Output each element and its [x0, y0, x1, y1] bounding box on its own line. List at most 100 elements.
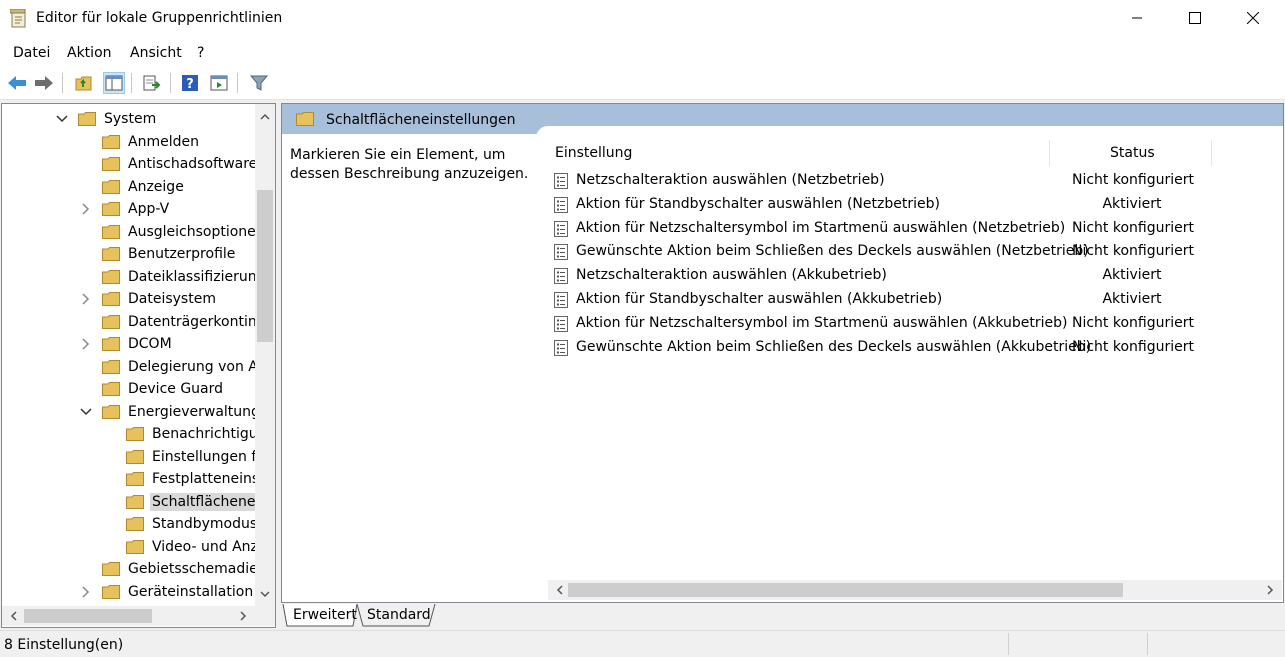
expand-chevron-right-icon[interactable] [80, 203, 94, 217]
tree-item[interactable]: Benachrichtigungseinstellungen [126, 423, 275, 445]
description-text: Markieren Sie ein Element, um dessen Bes… [290, 147, 529, 182]
details-title: Schaltflächeneinstellungen [326, 112, 516, 128]
tree-item-label: Dateiklassifizierung [128, 268, 266, 285]
tree-item[interactable]: App-V [82, 198, 171, 220]
setting-row[interactable]: Netzschalteraktion auswählen (Netzbetrie… [550, 169, 1250, 193]
tree-item-label: DCOM [128, 336, 172, 352]
title-bar: Editor für lokale Gruppenrichtlinien [0, 0, 1285, 38]
gpedit-app-icon [10, 9, 26, 28]
tab-standard[interactable]: Standard [367, 604, 431, 626]
chevron-right-icon [1266, 585, 1273, 595]
filter-icon [250, 75, 268, 91]
setting-name: Gewünschte Aktion beim Schließen des Dec… [576, 243, 1089, 260]
tree-vertical-scrollbar[interactable] [255, 104, 275, 606]
setting-status: Nicht konfiguriert [1072, 338, 1195, 355]
tree-item[interactable]: System [56, 108, 158, 130]
tree-horizontal-scrollbar[interactable] [2, 606, 255, 626]
tree-item[interactable]: Energieverwaltung [80, 401, 262, 423]
svg-text:?: ? [186, 77, 194, 92]
forward-icon [35, 76, 53, 90]
column-header-status[interactable]: Status [1110, 140, 1155, 166]
tree-item-label: Delegierung von Anmeldeinformationen [128, 358, 275, 375]
tree-item[interactable]: Ausgleichsoptionen [102, 221, 267, 243]
properties-button[interactable] [208, 72, 230, 94]
tree-item-label: Geräteinstallation [128, 583, 254, 600]
folder-icon [102, 404, 120, 419]
tree-vscroll-thumb[interactable] [257, 190, 273, 342]
tree-item[interactable]: Device Guard [102, 378, 225, 400]
up-folder-button[interactable] [73, 72, 95, 94]
tree-item[interactable]: Anzeige [102, 176, 186, 198]
menu-ansicht[interactable]: Ansicht [130, 45, 182, 61]
scroll-left-arrow[interactable] [5, 608, 21, 624]
folder-icon [126, 472, 144, 486]
details-pane: Schaltflächeneinstellungen Markieren Sie… [281, 103, 1284, 603]
back-button[interactable] [6, 72, 28, 94]
setting-row[interactable]: Netzschalteraktion auswählen (Akkubetrie… [550, 264, 1250, 288]
scroll-up-arrow[interactable] [257, 108, 273, 124]
policy-setting-icon [554, 244, 568, 261]
tree-pane[interactable]: System Anmelden Antischadsoftware- Anzeige A… [1, 103, 276, 628]
tree-item-label: Anmelden [128, 133, 199, 150]
setting-row[interactable]: Gewünschte Aktion beim Schließen des Dec… [550, 240, 1250, 264]
expand-chevron-down-icon[interactable] [56, 113, 70, 127]
policy-setting-icon [554, 339, 568, 356]
scroll-down-arrow[interactable] [257, 586, 273, 602]
help-button[interactable]: ? [179, 72, 201, 94]
tree-item[interactable]: Schaltflächeneinstellungen [126, 491, 275, 513]
menu-help[interactable]: ? [197, 45, 204, 61]
column-header-setting[interactable]: Einstellung [555, 140, 632, 166]
menu-datei[interactable]: Datei [13, 45, 50, 61]
setting-row[interactable]: Aktion für Standbyschalter auswählen (Ne… [550, 193, 1250, 217]
up-folder-icon [75, 76, 92, 91]
setting-row[interactable]: Aktion für Standbyschalter auswählen (Ak… [550, 288, 1250, 312]
details-horizontal-scrollbar[interactable] [548, 580, 1282, 600]
view-tabs: Erweitert Standard [281, 604, 1284, 628]
tree-item[interactable]: Einstellungen für [126, 446, 273, 468]
setting-row[interactable]: Aktion für Netzschaltersymbol im Startme… [550, 217, 1250, 241]
details-scroll-right-arrow[interactable] [1262, 582, 1278, 598]
tree-item[interactable]: Geräteinstallation [82, 581, 255, 603]
tree-item[interactable]: Dateisystem [82, 288, 218, 310]
menu-aktion[interactable]: Aktion [67, 45, 112, 61]
folder-icon [126, 427, 144, 441]
folder-icon [102, 359, 120, 374]
policy-setting-icon [554, 292, 568, 308]
export-list-button[interactable] [141, 72, 163, 94]
expand-chevron-right-icon[interactable] [80, 338, 94, 352]
close-icon [1247, 12, 1259, 24]
tree-hscroll-thumb[interactable] [24, 609, 152, 623]
tree-item[interactable]: Video- und Anzeigeeinstellungen [126, 536, 275, 558]
setting-name: Aktion für Standbyschalter auswählen (Ne… [576, 195, 940, 212]
tree-item[interactable]: Benutzerprofile [102, 243, 237, 265]
setting-row[interactable]: Aktion für Netzschaltersymbol im Startme… [550, 312, 1250, 336]
chevron-right-icon [239, 611, 246, 621]
chevron-up-icon [260, 113, 270, 120]
tree-item[interactable]: Delegierung von Anmeldeinformationen [102, 356, 275, 378]
show-hide-tree-button[interactable] [103, 72, 125, 94]
tree-item[interactable]: DCOM [82, 333, 174, 355]
tree-item[interactable]: Dateiklassifizierung [102, 266, 267, 288]
filter-button[interactable] [248, 72, 270, 94]
details-hscroll-thumb[interactable] [568, 583, 1123, 597]
close-button[interactable] [1224, 0, 1282, 36]
tree-item[interactable]: Gebietsschemadienste [102, 558, 275, 580]
expand-chevron-right-icon[interactable] [80, 585, 94, 600]
tree-item[interactable]: Standbymodus-Einstellungen [126, 513, 275, 535]
chevron-left-icon [10, 611, 17, 621]
forward-button[interactable] [33, 72, 55, 94]
scroll-right-arrow[interactable] [235, 608, 251, 624]
maximize-button[interactable] [1166, 0, 1224, 36]
minimize-button[interactable] [1108, 0, 1166, 36]
toolbar: ? [0, 68, 1285, 100]
tree-item[interactable]: Antischadsoftware- [102, 153, 264, 175]
setting-row[interactable]: Gewünschte Aktion beim Schließen des Dec… [550, 336, 1250, 360]
details-scroll-left-arrow[interactable] [551, 582, 567, 598]
folder-icon [126, 449, 144, 464]
tab-erweitert[interactable]: Erweitert [293, 604, 357, 626]
tree-item[interactable]: Festplatteneinstellungen [126, 468, 275, 490]
expand-chevron-right-icon[interactable] [80, 293, 94, 307]
tree-item[interactable]: Anmelden [102, 131, 201, 153]
tree-item[interactable]: Datenträgerkontingente [102, 311, 275, 333]
expand-chevron-down-icon[interactable] [80, 406, 94, 420]
